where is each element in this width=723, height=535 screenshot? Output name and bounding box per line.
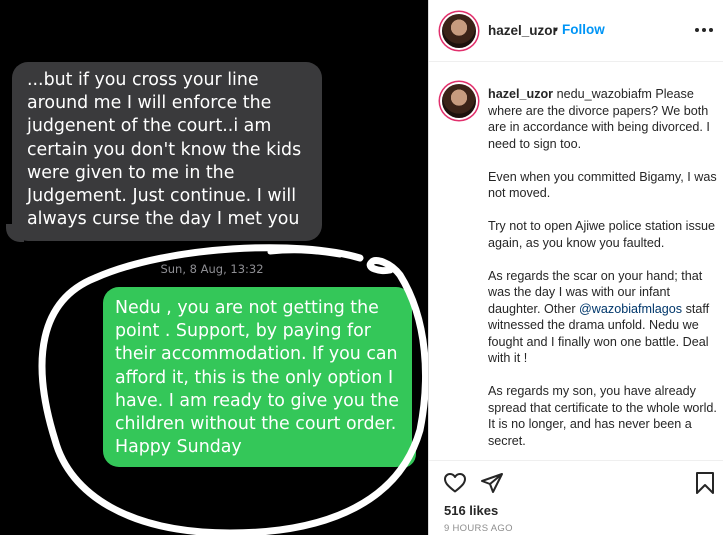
post-sidebar: hazel_uzor • Follow hazel_uzor nedu_wazo…: [428, 0, 723, 535]
caption-avatar[interactable]: [442, 84, 476, 118]
share-icon[interactable]: [480, 471, 504, 495]
header-username[interactable]: hazel_uzor: [488, 23, 558, 38]
post-image: ...but if you cross your line around me …: [0, 0, 428, 535]
more-horizontal-icon[interactable]: [694, 20, 714, 40]
avatar[interactable]: [442, 14, 476, 48]
separator-dot: •: [553, 21, 558, 37]
caption-mention: nedu_wazobiafm: [556, 87, 652, 101]
caption-paragraph: As regards my son, you have already spre…: [488, 384, 717, 448]
likes-count[interactable]: 516 likes: [444, 503, 498, 518]
mention-link[interactable]: @wazobiafmlagos: [579, 302, 682, 316]
bookmark-icon[interactable]: [694, 471, 716, 495]
caption-username[interactable]: hazel_uzor: [488, 87, 553, 101]
caption-paragraph: Try not to open Ajiwe police station iss…: [488, 219, 716, 250]
hand-drawn-circle: [38, 244, 428, 535]
post-header: hazel_uzor • Follow: [429, 0, 723, 62]
post-time[interactable]: 9 HOURS AGO: [444, 523, 513, 534]
post-caption: hazel_uzor nedu_wazobiafm Please where a…: [488, 86, 718, 466]
heart-icon[interactable]: [443, 471, 467, 495]
post-actions: 516 likes 9 HOURS AGO: [429, 460, 723, 535]
follow-button[interactable]: Follow: [562, 22, 605, 37]
caption-paragraph: As regards the scar on your hand; that w…: [488, 268, 718, 367]
caption-paragraph: Even when you committed Bigamy, I was no…: [488, 169, 717, 201]
